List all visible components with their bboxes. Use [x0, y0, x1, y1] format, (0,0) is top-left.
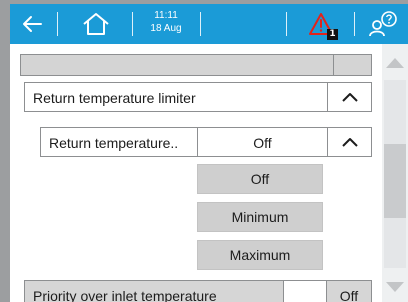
header-divider [57, 12, 58, 36]
chevron-up-icon [341, 93, 358, 102]
scroll-thumb[interactable] [384, 144, 406, 218]
alarm-count-badge: 1 [327, 29, 338, 40]
row-value: Off [253, 135, 272, 151]
header-divider [132, 12, 133, 36]
header-divider [286, 12, 287, 36]
home-button[interactable] [66, 4, 126, 44]
row-value-box [283, 281, 327, 302]
back-arrow-icon [23, 16, 42, 32]
header-divider [200, 12, 201, 36]
row-label: Priority over inlet temperature [33, 288, 217, 302]
settings-list: Return temperature limiter Return temper… [10, 44, 382, 302]
scrollbar[interactable] [382, 44, 408, 302]
top-bar: 11:11 18 Aug 1 [10, 4, 408, 44]
chevron-up-icon [341, 138, 358, 147]
triangle-up-icon [386, 58, 404, 68]
user-help-button[interactable] [362, 4, 404, 44]
time: 11:11 [154, 10, 178, 21]
date: 18 Aug [150, 23, 182, 34]
dropdown-toggle-button[interactable] [328, 128, 371, 156]
collapse-button[interactable] [328, 83, 371, 111]
priority-over-inlet-temperature-row[interactable]: Priority over inlet temperature Off [24, 280, 372, 302]
return-temperature-limiter-row[interactable]: Return temperature limiter [24, 82, 372, 112]
partially-hidden-row[interactable] [20, 54, 372, 76]
option-minimum[interactable]: Minimum [197, 202, 323, 232]
row-label: Return temperature limiter [33, 90, 196, 106]
option-maximum[interactable]: Maximum [197, 240, 323, 270]
header-divider [354, 12, 355, 36]
user-help-icon [369, 11, 397, 37]
controller-screen: 11:11 18 Aug 1 Return temperature limite… [10, 4, 408, 302]
row-value: Off [339, 288, 359, 302]
scroll-up-button[interactable] [382, 50, 408, 76]
row-label: Return temperature.. [49, 135, 179, 151]
row-divider [333, 55, 334, 75]
triangle-down-icon [386, 282, 404, 292]
option-off[interactable]: Off [197, 164, 323, 194]
back-button[interactable] [12, 4, 52, 44]
clock: 11:11 18 Aug [140, 9, 192, 35]
home-icon [83, 13, 109, 35]
return-temperature-row[interactable]: Return temperature.. Off [40, 127, 372, 157]
scroll-down-button[interactable] [382, 274, 408, 300]
